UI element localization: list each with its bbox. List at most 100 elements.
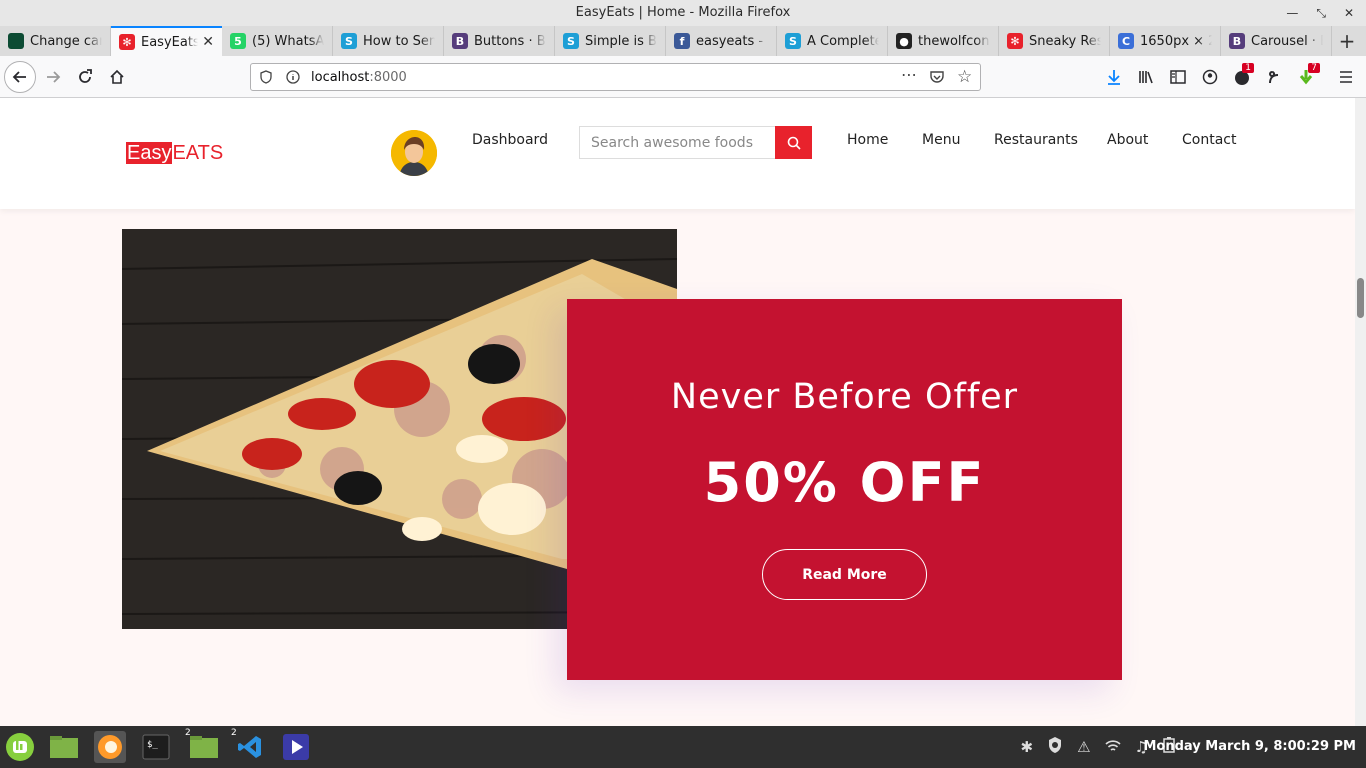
bootstrap-icon: B	[1229, 33, 1245, 49]
scrollbar-thumb[interactable]	[1357, 278, 1364, 318]
tab-label: easyeats - D	[696, 33, 768, 49]
nav-menu[interactable]: Menu	[922, 132, 960, 148]
vscode-icon	[238, 736, 261, 758]
browser-tab[interactable]: Change cart | D	[0, 26, 111, 56]
browser-tab[interactable]: 5 (5) WhatsA	[222, 26, 333, 56]
page-viewport: EasyEATS Dashboard Search awesome foods …	[0, 98, 1355, 726]
browser-tab[interactable]: B Buttons · B	[444, 26, 555, 56]
url-bar[interactable]: localhost:8000 ⋯ ☆	[250, 63, 981, 91]
pocket-icon[interactable]	[929, 69, 945, 89]
read-more-button[interactable]: Read More	[762, 549, 927, 600]
bluetooth-icon[interactable]: ✱	[1021, 738, 1034, 756]
browser-tab[interactable]: f easyeats - D	[666, 26, 777, 56]
tab-strip: Change cart | D ✻ EasyEats✕ 5 (5) WhatsA S How…	[0, 26, 1366, 56]
site-logo[interactable]: EasyEATS	[126, 141, 223, 165]
home-icon	[110, 69, 124, 84]
browser-tab[interactable]: C 1650px × 2	[1110, 26, 1221, 56]
download-icon	[1108, 70, 1120, 85]
nav-home[interactable]: Home	[847, 132, 888, 148]
browser-tab[interactable]: S How to Sen	[333, 26, 444, 56]
tab-label: 1650px × 2	[1140, 33, 1212, 49]
library-icon	[1139, 71, 1153, 84]
taskbar-firefox[interactable]	[94, 731, 126, 763]
mint-menu-button[interactable]	[4, 731, 36, 763]
avatar[interactable]	[391, 130, 437, 176]
whatsapp-icon: 5	[230, 33, 246, 49]
taskbar-files-2[interactable]: 2	[185, 728, 220, 763]
restore-icon[interactable]: ⤡	[1316, 0, 1326, 26]
nav-dashboard[interactable]: Dashboard	[472, 132, 548, 148]
site-header: EasyEATS Dashboard Search awesome foods …	[0, 98, 1355, 209]
site-info-icon[interactable]	[286, 70, 300, 88]
browser-tab[interactable]: S A Complete	[777, 26, 888, 56]
firefox-icon	[98, 735, 122, 759]
warning-icon[interactable]: ⚠	[1077, 738, 1090, 756]
search-input[interactable]: Search awesome foods	[579, 126, 776, 159]
library-button[interactable]	[1131, 62, 1161, 92]
image-icon: C	[1118, 33, 1134, 49]
downloader-extension-button[interactable]: 7	[1291, 62, 1321, 92]
arrow-left-icon	[12, 71, 26, 83]
nav-about[interactable]: About	[1107, 132, 1148, 148]
minimize-icon[interactable]: —	[1286, 0, 1298, 26]
taskbar-media-player[interactable]	[280, 731, 312, 763]
folder-icon	[190, 736, 218, 758]
logo-eats: EATS	[172, 142, 224, 164]
window-titlebar: EasyEats | Home - Mozilla Firefox — ⤡ ✕	[0, 0, 1366, 26]
tab-label: Change cart | D	[30, 33, 102, 49]
tracking-shield-icon[interactable]	[259, 70, 273, 88]
bookmark-star-icon[interactable]: ☆	[957, 67, 972, 87]
github-icon: ●	[896, 33, 912, 49]
stackoverflow-icon: S	[785, 33, 801, 49]
taskbar-files[interactable]	[48, 731, 80, 763]
tab-label: Sneaky Res	[1029, 33, 1101, 49]
wifi-icon[interactable]	[1104, 738, 1121, 757]
close-window-icon[interactable]: ✕	[1344, 0, 1354, 26]
account-button[interactable]	[1195, 62, 1225, 92]
notify-badge: 1	[1242, 63, 1254, 73]
taskbar-vscode[interactable]: 2	[231, 728, 266, 763]
gnome-extension-button[interactable]	[1259, 62, 1289, 92]
taskbar-terminal[interactable]: $_	[140, 731, 172, 763]
forward-button[interactable]	[38, 62, 68, 92]
extension-notify-button[interactable]: 1	[1227, 62, 1257, 92]
terminal-icon: $_	[142, 734, 170, 760]
downloader-badge: 7	[1308, 63, 1320, 73]
easyeats-favicon-icon: ✻	[119, 34, 135, 50]
mint-logo-icon	[6, 733, 34, 761]
home-button[interactable]	[102, 62, 132, 92]
browser-tab[interactable]: ✻ EasyEats ✕	[111, 26, 222, 56]
browser-tab[interactable]: ● thewolfcon	[888, 26, 999, 56]
nav-restaurants[interactable]: Restaurants	[994, 132, 1078, 148]
browser-tab[interactable]: B Carousel · B	[1221, 26, 1332, 56]
tab-label: thewolfcon	[918, 33, 990, 49]
files-window-count: 2	[185, 728, 191, 738]
back-button[interactable]	[4, 61, 36, 93]
sidebar-button[interactable]	[1163, 62, 1193, 92]
tab-label: Carousel · B	[1251, 33, 1323, 49]
folder-icon	[50, 736, 78, 758]
new-tab-button[interactable]: +	[1332, 26, 1362, 56]
offer-title: Never Before Offer	[670, 377, 1019, 417]
download-button[interactable]	[1099, 62, 1129, 92]
search-button[interactable]	[775, 126, 812, 159]
vscode-window-count: 2	[231, 728, 237, 738]
browser-tab[interactable]: S Simple is B	[555, 26, 666, 56]
account-icon	[1202, 69, 1218, 85]
play-icon	[283, 734, 309, 760]
tab-label: EasyEats	[141, 34, 199, 50]
reload-button[interactable]	[70, 62, 100, 92]
taskbar-clock[interactable]: Monday March 9, 8:00:29 PM	[1143, 726, 1356, 768]
tab-close-icon[interactable]: ✕	[202, 34, 214, 50]
url-host: localhost	[311, 70, 370, 85]
menu-button[interactable]	[1331, 62, 1361, 92]
svg-text:$_: $_	[147, 740, 158, 750]
page-scrollbar[interactable]	[1355, 98, 1366, 726]
offer-discount: 50% OFF	[703, 451, 986, 514]
security-shield-icon[interactable]	[1047, 736, 1063, 758]
tab-label: A Complete	[807, 33, 879, 49]
page-actions-icon[interactable]: ⋯	[901, 65, 917, 84]
url-text: localhost:8000	[311, 70, 407, 85]
browser-tab[interactable]: ✻ Sneaky Res	[999, 26, 1110, 56]
nav-contact[interactable]: Contact	[1182, 132, 1236, 148]
